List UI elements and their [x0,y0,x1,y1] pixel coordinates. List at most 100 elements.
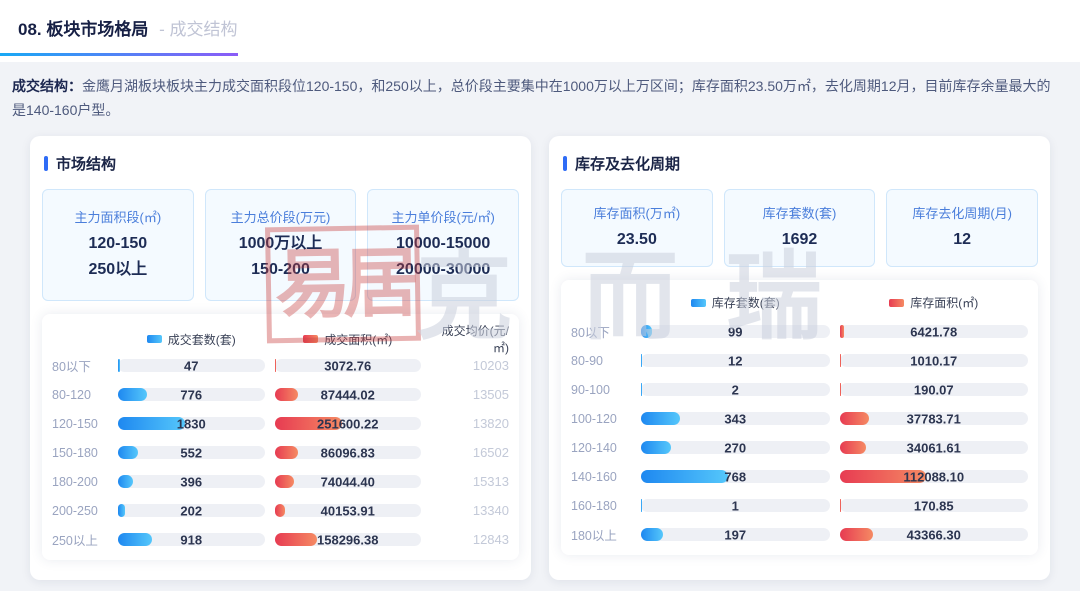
count-bar-track: 2 [641,383,830,396]
area-bar-track: 158296.38 [275,533,422,546]
row-label: 100-120 [571,412,631,426]
row-label: 80以下 [571,322,631,341]
legend-label: 库存面积(㎡) [910,294,978,311]
bar-value: 202 [118,503,265,518]
count-bar-track: 99 [641,325,830,338]
area-bar-track: 6421.78 [840,325,1029,338]
legend-label: 成交面积(㎡) [324,331,392,348]
stat-card-label: 库存套数(套) [729,203,871,222]
bar-value: 270 [641,440,830,455]
deals-table-card: 成交套数(套) 成交面积(㎡) 成交均价(元/㎡) 80以下473072.761… [42,314,519,560]
stat-cards: 库存面积(万㎡) 23.50 库存套数(套) 1692 库存去化周期(月) 12 [561,189,1038,267]
legend-swatch-red-icon [303,335,318,343]
avg-price-value: 13340 [431,503,509,518]
stat-cards: 主力面积段(㎡) 120-150 250以上 主力总价段(万元) 1000万以上… [42,189,519,301]
stat-card-value: 20000-30000 [372,257,514,283]
bar-value: 918 [118,532,265,547]
row-label: 180-200 [52,475,108,489]
bar-value: 251600.22 [275,416,422,431]
avg-price-value: 16502 [431,445,509,460]
panels-row: 市场结构 主力面积段(㎡) 120-150 250以上 主力总价段(万元) 10… [0,122,1080,580]
panel-title-text: 市场结构 [56,153,116,174]
row-label: 90-100 [571,383,631,397]
inventory-table-legend: 库存套数(套) 库存面积(㎡) [571,288,1028,317]
bar-value: 190.07 [840,382,1029,397]
legend-label: 成交套数(套) [168,331,236,348]
bar-value: 343 [641,411,830,426]
stat-card-label: 库存去化周期(月) [891,203,1033,222]
inventory-table-rows: 80以下996421.7880-90121010.1790-1002190.07… [571,317,1028,549]
stat-card-label: 主力单价段(元/㎡) [372,207,514,226]
bar-value: 47 [118,358,265,373]
area-bar-track: 34061.61 [840,441,1029,454]
row-label: 140-160 [571,470,631,484]
area-bar-track: 1010.17 [840,354,1029,367]
avg-price-value: 10203 [431,358,509,373]
summary-label: 成交结构： [12,78,82,94]
stat-card-value: 1000万以上 [210,231,352,257]
stat-card-depletion-cycle: 库存去化周期(月) 12 [886,189,1038,267]
table-row: 80以下 99 6421.78 [571,317,1028,346]
table-row: 160-1801170.85 [571,491,1028,520]
bar-value: 1010.17 [840,353,1029,368]
legend-item-deal-area[interactable]: 成交面积(㎡) [275,331,422,348]
stat-card-value: 150-200 [210,257,352,283]
stat-card-area-range: 主力面积段(㎡) 120-150 250以上 [42,189,194,301]
table-row: 120-140 270 34061.61 [571,433,1028,462]
count-bar-track: 552 [118,446,265,459]
bar-value: 396 [118,474,265,489]
legend-item-deal-count[interactable]: 成交套数(套) [118,331,265,348]
bar-value: 112088.10 [840,469,1029,484]
title-accent-icon [44,156,48,171]
stat-card-total-price-range: 主力总价段(万元) 1000万以上 150-200 [205,189,357,301]
count-bar-track: 343 [641,412,830,425]
bar-value: 197 [641,527,830,542]
count-bar-track: 918 [118,533,265,546]
legend-item-inventory-count[interactable]: 库存套数(套) [641,294,830,311]
table-row: 100-12034337783.71 [571,404,1028,433]
deals-table-legend: 成交套数(套) 成交面积(㎡) 成交均价(元/㎡) [52,322,509,351]
area-bar-track: 74044.40 [275,475,422,488]
avg-price-value: 13820 [431,416,509,431]
row-label: 120-150 [52,417,108,431]
page-header: 08. 板块市场格局 - 成交结构 [0,0,1080,62]
legend-swatch-blue-icon [691,299,706,307]
title-accent-icon [563,156,567,171]
table-row: 90-100 2 190.07 [571,375,1028,404]
bar-value: 43366.30 [840,527,1029,542]
area-bar-track: 3072.76 [275,359,422,372]
table-row: 180-200 396 74044.40 15313 [52,467,509,496]
bar-value: 87444.02 [275,387,422,402]
bar-value: 34061.61 [840,440,1029,455]
avg-price-value: 15313 [431,474,509,489]
legend-item-inventory-area[interactable]: 库存面积(㎡) [840,294,1029,311]
area-bar-track: 170.85 [840,499,1029,512]
stat-card-label: 主力面积段(㎡) [47,207,189,226]
summary-text: 金鹰月湖板块板块主力成交面积段位120-150，和250以上，总价段主要集中在1… [12,78,1051,118]
stat-card-value: 120-150 [47,231,189,257]
table-row: 120-1501830251600.2213820 [52,409,509,438]
bar-value: 776 [118,387,265,402]
count-bar-track: 47 [118,359,265,372]
bar-value: 40153.91 [275,503,422,518]
inventory-table-card: 库存套数(套) 库存面积(㎡) 80以下996421.7880-90121010… [561,280,1038,555]
bar-value: 74044.40 [275,474,422,489]
bar-value: 99 [641,324,830,339]
market-structure-panel: 市场结构 主力面积段(㎡) 120-150 250以上 主力总价段(万元) 10… [30,136,531,580]
row-label: 120-140 [571,441,631,455]
area-bar-track: 190.07 [840,383,1029,396]
area-bar-track: 43366.30 [840,528,1029,541]
page-subtitle: - 成交结构 [159,20,237,39]
area-bar-track: 112088.10 [840,470,1029,483]
stat-card-inventory-units: 库存套数(套) 1692 [724,189,876,267]
row-label: 150-180 [52,446,108,460]
count-bar-track: 1 [641,499,830,512]
count-bar-track: 12 [641,354,830,367]
stat-card-value: 1692 [729,227,871,253]
active-tab-underline [0,53,238,56]
row-label: 80-120 [52,388,108,402]
stat-card-value: 10000-15000 [372,231,514,257]
bar-value: 6421.78 [840,324,1029,339]
stat-card-inventory-area: 库存面积(万㎡) 23.50 [561,189,713,267]
avg-price-column-header: 成交均价(元/㎡) [431,322,509,356]
